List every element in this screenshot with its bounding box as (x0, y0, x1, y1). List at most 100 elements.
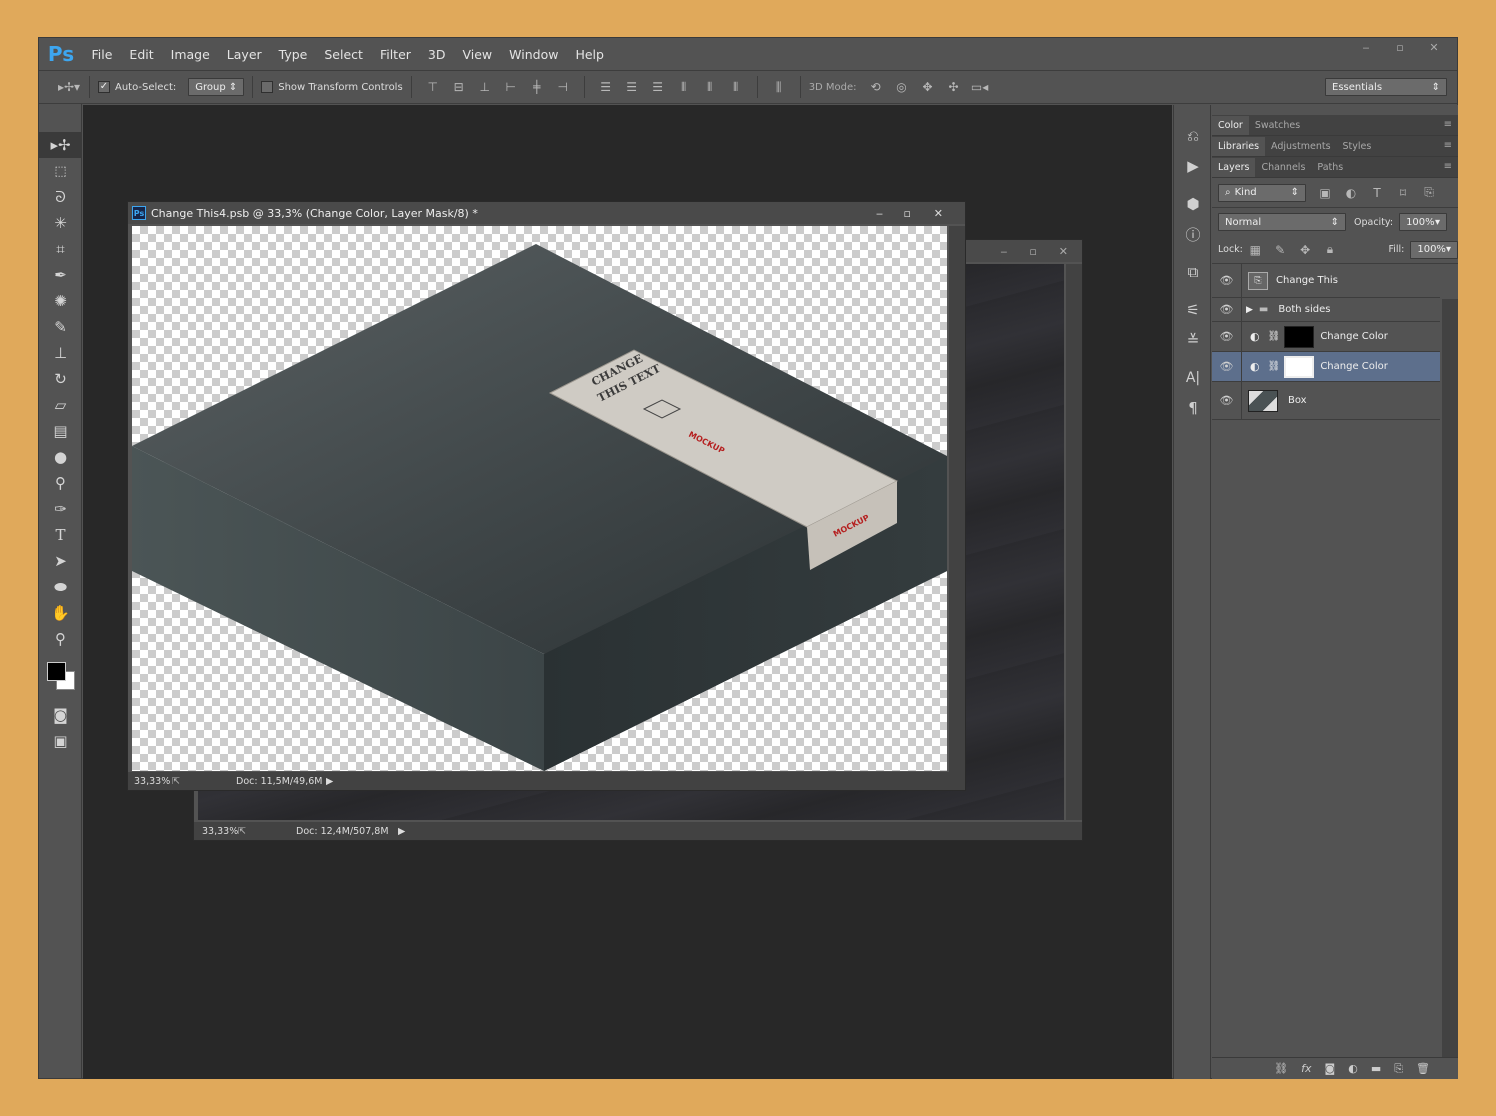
distribute-hcenter-icon[interactable]: ⫴ (701, 78, 719, 96)
gradient-tool-icon[interactable]: ▤ (39, 418, 82, 444)
tab-styles[interactable]: Styles (1337, 137, 1378, 156)
menu-window[interactable]: Window (501, 47, 567, 62)
screen-mode-icon[interactable]: ▣ (39, 728, 82, 754)
blur-tool-icon[interactable]: ● (39, 444, 82, 470)
align-right-icon[interactable]: ⊣ (554, 78, 572, 96)
filter-pixel-icon[interactable]: ▣ (1316, 184, 1334, 202)
pen-tool-icon[interactable]: ✑ (39, 496, 82, 522)
new-group-icon[interactable]: ▬ (1371, 1062, 1381, 1075)
visibility-eye-icon[interactable]: 👁︎ (1212, 298, 1242, 321)
marquee-tool-icon[interactable]: ⬚ (39, 158, 82, 184)
info-icon[interactable]: ⓘ (1174, 219, 1212, 249)
tab-layers[interactable]: Layers (1212, 158, 1256, 177)
layer-row[interactable]: 👁︎ ▶ ▬ Both sides (1212, 298, 1440, 322)
distribute-top-icon[interactable]: ☰ (597, 78, 615, 96)
dodge-tool-icon[interactable]: ⚲ (39, 470, 82, 496)
maximize-icon[interactable]: ▫ (1029, 245, 1036, 258)
filter-shape-icon[interactable]: ⌑ (1394, 184, 1412, 202)
new-layer-icon[interactable]: ⎘ (1394, 1062, 1403, 1076)
spot-heal-tool-icon[interactable]: ✺ (39, 288, 82, 314)
visibility-eye-icon[interactable]: 👁︎ (1212, 352, 1242, 381)
minimize-button[interactable]: ‒ (1351, 41, 1381, 57)
3d-slide-icon[interactable]: ✣ (945, 78, 963, 96)
lock-all-icon[interactable]: 🔒︎ (1322, 241, 1339, 259)
fx-icon[interactable]: fx (1301, 1062, 1311, 1075)
maximize-button[interactable]: ▫ (1385, 41, 1415, 57)
visibility-eye-icon[interactable]: 👁︎ (1212, 322, 1242, 351)
layer-row[interactable]: 👁︎ ◐ ⛓ Change Color (1212, 322, 1440, 352)
3d-camera-icon[interactable]: ▭◂ (971, 78, 989, 96)
menu-view[interactable]: View (454, 47, 501, 62)
fill-field[interactable]: 100% ▾ (1410, 240, 1458, 259)
visibility-eye-icon[interactable]: 👁︎ (1212, 382, 1242, 419)
front-scrollbar[interactable] (949, 226, 965, 774)
layers-scrollbar[interactable] (1442, 299, 1458, 1059)
tab-adjustments[interactable]: Adjustments (1265, 137, 1337, 156)
quick-mask-icon[interactable]: ◙ (39, 702, 82, 728)
align-vcenter-icon[interactable]: ⊟ (450, 78, 468, 96)
menu-file[interactable]: File (83, 47, 121, 62)
panel-menu-icon[interactable]: ≡ (1444, 140, 1452, 151)
opacity-field[interactable]: 100% ▾ (1399, 213, 1448, 231)
auto-align-icon[interactable]: ⫼ (770, 78, 788, 96)
path-select-tool-icon[interactable]: ➤ (39, 548, 82, 574)
tab-color[interactable]: Color (1212, 116, 1249, 135)
type-tool-icon[interactable]: T (39, 522, 82, 548)
zoom-tool-icon[interactable]: ⚲ (39, 626, 82, 652)
align-left-icon[interactable]: ⊢ (502, 78, 520, 96)
menu-edit[interactable]: Edit (121, 47, 162, 62)
layer-row-selected[interactable]: 👁︎ ◐ ⛓ Change Color (1212, 352, 1440, 382)
back-scrollbar[interactable] (1066, 264, 1082, 820)
auto-select-dropdown[interactable]: Group ⇕ (188, 78, 245, 96)
panel-menu-icon[interactable]: ≡ (1444, 161, 1452, 172)
panel-menu-icon[interactable]: ≡ (1444, 119, 1452, 130)
trash-icon[interactable]: 🗑︎ (1416, 1062, 1430, 1075)
status-arrow-icon[interactable]: ▶ (326, 776, 333, 787)
close-button[interactable]: ✕ (1419, 41, 1449, 57)
tab-channels[interactable]: Channels (1255, 158, 1311, 177)
tab-libraries[interactable]: Libraries (1212, 137, 1266, 156)
distribute-left-icon[interactable]: ⫴ (675, 78, 693, 96)
distribute-vcenter-icon[interactable]: ☰ (623, 78, 641, 96)
minimize-icon[interactable]: ‒ (1000, 245, 1007, 258)
history-icon[interactable]: ⎌ (1174, 121, 1212, 151)
layer-thumbnail[interactable] (1248, 389, 1278, 412)
document-titlebar-front[interactable]: Ps Change This4.psb @ 33,3% (Change Colo… (128, 202, 965, 224)
menu-help[interactable]: Help (567, 47, 613, 62)
maximize-icon[interactable]: ▫ (904, 207, 911, 220)
distribute-right-icon[interactable]: ⫴ (727, 78, 745, 96)
canvas[interactable]: CHANGE THIS TEXT MOCKUP MOCKUP (132, 226, 947, 771)
link-layers-icon[interactable]: ⛓ (1274, 1062, 1288, 1075)
3d-roll-icon[interactable]: ◎ (893, 78, 911, 96)
tab-swatches[interactable]: Swatches (1249, 116, 1306, 135)
menu-3d[interactable]: 3D (419, 47, 454, 62)
character-icon[interactable]: A| (1174, 363, 1212, 393)
crop-tool-icon[interactable]: ⌗ (39, 236, 82, 262)
menu-select[interactable]: Select (316, 47, 372, 62)
eraser-tool-icon[interactable]: ▱ (39, 392, 82, 418)
add-mask-icon[interactable]: ◙ (1325, 1062, 1336, 1075)
properties-icon[interactable]: ⧉ (1174, 257, 1212, 287)
zoom-level[interactable]: 33,33% (194, 826, 238, 837)
close-icon[interactable]: ✕ (1059, 245, 1068, 258)
clone-stamp-tool-icon[interactable]: ⊥ (39, 340, 82, 366)
move-tool-icon[interactable]: ▸✢ (39, 132, 82, 158)
close-icon[interactable]: ✕ (934, 207, 943, 220)
minimize-icon[interactable]: ‒ (876, 207, 883, 220)
share-icon[interactable]: ⇱ (238, 826, 262, 837)
align-top-icon[interactable]: ⊤ (424, 78, 442, 96)
brush-settings-icon[interactable]: ≚ (1174, 325, 1212, 355)
layer-mask-thumbnail[interactable] (1284, 325, 1315, 348)
brush-tool-icon[interactable]: ✎ (39, 314, 82, 340)
layer-row[interactable]: 👁︎ ⎘ Change This (1212, 264, 1440, 298)
align-bottom-icon[interactable]: ⊥ (476, 78, 494, 96)
hand-tool-icon[interactable]: ✋ (39, 600, 82, 626)
align-hcenter-icon[interactable]: ╪ (528, 78, 546, 96)
share-icon[interactable]: ⇱ (172, 776, 196, 787)
kind-filter-dropdown[interactable]: ⌕ Kind ⇕ (1218, 183, 1306, 202)
magic-wand-tool-icon[interactable]: ✳ (39, 210, 82, 236)
layer-row[interactable]: 👁︎ Box (1212, 382, 1440, 420)
ellipse-tool-icon[interactable]: ⬬ (39, 574, 82, 600)
workspace-dropdown[interactable]: Essentials ⇕ (1325, 78, 1447, 96)
distribute-bottom-icon[interactable]: ☰ (649, 78, 667, 96)
